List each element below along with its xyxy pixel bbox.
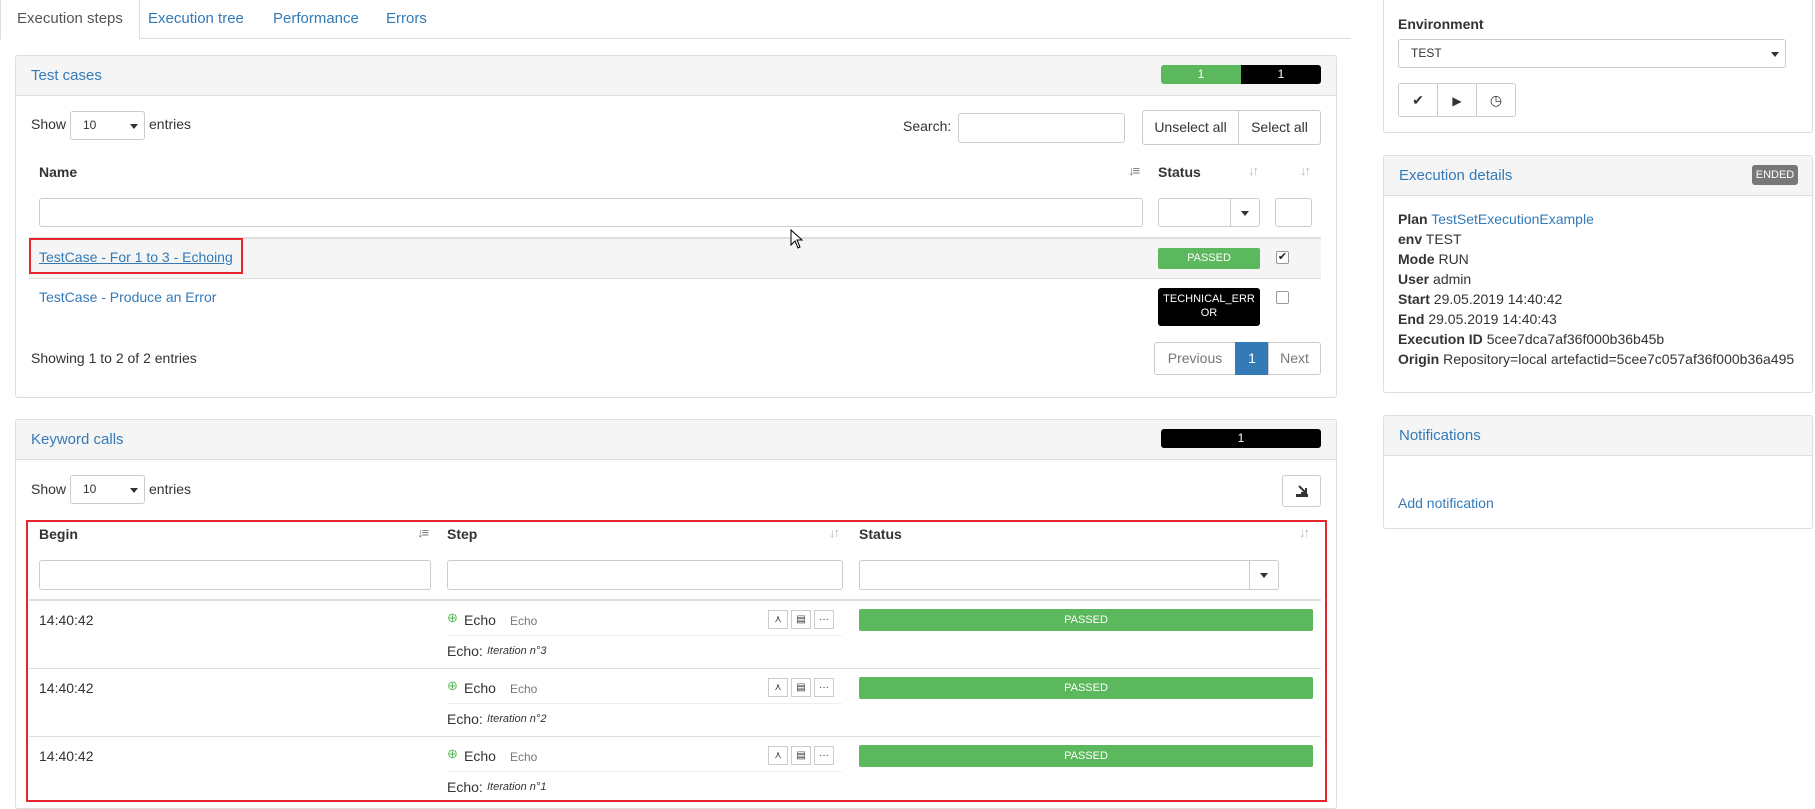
execution-state-badge: ENDED <box>1752 165 1798 185</box>
select-all-button[interactable]: Select all <box>1238 110 1321 145</box>
play-icon: ▶ <box>1452 94 1462 108</box>
keywords-title[interactable]: Keyword calls <box>31 431 124 448</box>
execution-details-title[interactable]: Execution details <box>1399 167 1512 184</box>
testcases-info: Showing 1 to 2 of 2 entries <box>31 350 197 366</box>
export-button[interactable] <box>1282 475 1321 507</box>
mode-value: RUN <box>1438 251 1469 267</box>
end-label: End <box>1398 311 1425 327</box>
testcases-page-size-value: 10 <box>83 118 97 132</box>
testcase-link[interactable]: TestCase - Produce an Error <box>39 289 216 305</box>
keywords-show-label: Show <box>31 481 67 497</box>
chevron-down-icon <box>1241 210 1249 216</box>
tab-bar: Execution steps Execution tree Performan… <box>0 0 1351 40</box>
sort-icon[interactable]: ↓↑ <box>1300 163 1311 178</box>
next-button[interactable]: Next <box>1268 342 1321 375</box>
env-value: TEST <box>1425 231 1462 247</box>
unselect-all-button[interactable]: Unselect all <box>1142 110 1239 145</box>
status-badge: PASSED <box>1158 248 1260 269</box>
status-badge: TECHNICAL_ERR OR <box>1158 288 1260 326</box>
end-value: 29.05.2019 14:40:43 <box>1428 311 1557 327</box>
highlight-box <box>26 520 1327 802</box>
plan-link[interactable]: TestSetExecutionExample <box>1431 211 1594 227</box>
tab-execution-tree[interactable]: Execution tree <box>132 0 260 39</box>
row-checkbox[interactable]: ✔ <box>1276 251 1289 264</box>
environment-select[interactable]: TEST <box>1398 39 1786 68</box>
testcases-select-filter[interactable] <box>1275 198 1312 227</box>
status-badge-line: OR <box>1200 307 1218 319</box>
check-icon: ✔ <box>1277 251 1288 263</box>
testcases-error-counter: 1 <box>1241 65 1321 84</box>
execution-id-label: Execution ID <box>1398 331 1483 347</box>
execution-id-line: Execution ID 5cee7dca7af36f000b36b45b <box>1398 331 1664 347</box>
keywords-counter: 1 <box>1161 429 1321 448</box>
sort-icon[interactable]: ↓↑ <box>1248 163 1259 178</box>
mode-line: Mode RUN <box>1398 251 1469 267</box>
user-value: admin <box>1433 271 1472 287</box>
execution-details-header: Execution details <box>1384 156 1812 196</box>
chevron-down-icon <box>1771 51 1779 57</box>
chevron-down-icon <box>130 487 138 493</box>
user-label: User <box>1398 271 1430 287</box>
export-icon <box>1295 485 1308 498</box>
testcases-status-filter[interactable] <box>1158 198 1231 227</box>
status-badge-line: TECHNICAL_ERR <box>1163 293 1255 305</box>
testcases-show-label: Show <box>31 116 67 132</box>
cursor-icon <box>790 229 804 249</box>
plan-line: Plan TestSetExecutionExample <box>1398 211 1594 227</box>
user-line: User admin <box>1398 271 1471 287</box>
row-checkbox[interactable] <box>1276 291 1289 304</box>
schedule-button[interactable]: ◷ <box>1476 83 1516 117</box>
previous-button[interactable]: Previous <box>1154 342 1236 375</box>
keywords-panel-header: Keyword calls <box>16 420 1336 460</box>
notifications-header: Notifications <box>1384 416 1812 456</box>
start-label: Start <box>1398 291 1430 307</box>
env-line: env TEST <box>1398 231 1462 247</box>
env-label: env <box>1398 231 1423 247</box>
testcases-status-filter-dropdown[interactable] <box>1230 198 1260 227</box>
tab-performance[interactable]: Performance <box>257 0 375 39</box>
check-icon: ✔ <box>1412 92 1424 108</box>
run-button[interactable]: ▶ <box>1437 83 1477 117</box>
environment-value: TEST <box>1411 46 1442 60</box>
environment-label: Environment <box>1398 16 1484 32</box>
tab-errors[interactable]: Errors <box>370 0 443 39</box>
testcases-panel-header: Test cases <box>16 56 1336 96</box>
testcases-title[interactable]: Test cases <box>31 67 102 84</box>
notifications-title[interactable]: Notifications <box>1399 427 1481 444</box>
start-line: Start 29.05.2019 14:40:42 <box>1398 291 1562 307</box>
testcases-entries-label: entries <box>149 116 192 132</box>
start-value: 29.05.2019 14:40:42 <box>1433 291 1563 307</box>
highlight-box <box>29 238 243 274</box>
sort-asc-icon[interactable]: ↓≡ <box>1128 163 1140 178</box>
end-line: End 29.05.2019 14:40:43 <box>1398 311 1557 327</box>
testcases-col-status[interactable]: Status <box>1158 164 1201 180</box>
testcases-search-label: Search: <box>903 118 952 134</box>
page-1-button[interactable]: 1 <box>1235 342 1269 375</box>
clock-icon: ◷ <box>1489 92 1503 108</box>
origin-label: Origin <box>1398 351 1440 367</box>
keywords-entries-label: entries <box>149 481 192 497</box>
check-button[interactable]: ✔ <box>1398 83 1438 117</box>
testcases-passed-counter: 1 <box>1161 65 1241 84</box>
mode-label: Mode <box>1398 251 1435 267</box>
add-notification-link[interactable]: Add notification <box>1398 495 1494 511</box>
keywords-page-size-select[interactable]: 10 <box>70 475 145 504</box>
divider <box>29 278 1321 279</box>
notifications-panel: Notifications <box>1383 415 1813 529</box>
origin-value: Repository=local artefactid=5cee7c057af3… <box>1443 351 1795 367</box>
chevron-down-icon <box>130 123 138 129</box>
testcases-col-name[interactable]: Name <box>39 164 77 180</box>
plan-label: Plan <box>1398 211 1428 227</box>
testcases-search-input[interactable] <box>958 113 1125 143</box>
testcases-name-filter[interactable] <box>39 198 1143 227</box>
origin-line: Origin Repository=local artefactid=5cee7… <box>1398 351 1794 367</box>
tab-execution-steps[interactable]: Execution steps <box>0 0 140 40</box>
testcases-page-size-select[interactable]: 10 <box>70 111 145 140</box>
keywords-page-size-value: 10 <box>83 482 97 496</box>
execution-id-value: 5cee7dca7af36f000b36b45b <box>1486 331 1665 347</box>
